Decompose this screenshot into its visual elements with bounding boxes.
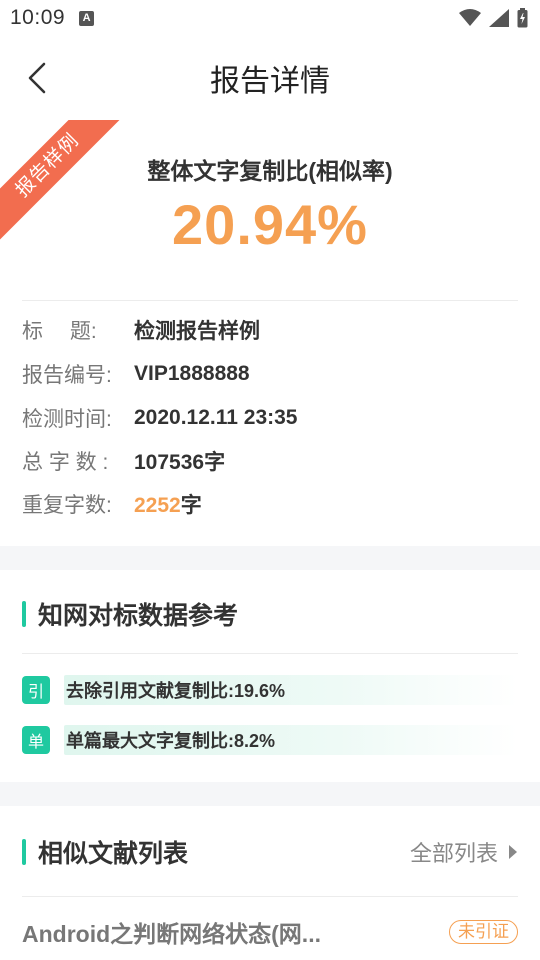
info-label: 报告编号: — [22, 364, 112, 387]
all-list-link[interactable]: 全部列表 — [410, 836, 518, 868]
chevron-left-icon — [28, 62, 46, 94]
app-header: 报告详情 — [0, 36, 540, 120]
status-bar: 10:09 A — [0, 0, 540, 36]
info-row-duplicate-chars: 重复字数: 2252字 — [22, 486, 522, 522]
similar-section-title: 相似文献列表 — [22, 834, 188, 870]
cnki-row-single-max: 单 单篇最大文字复制比:8.2% — [22, 725, 518, 755]
overall-ratio-value: 20.94% — [172, 193, 368, 256]
section-gap — [0, 782, 540, 806]
info-value: 2020.12.11 23:35 — [134, 406, 298, 429]
info-label: 检测时间: — [22, 408, 112, 431]
similar-section-title-text: 相似文献列表 — [38, 840, 189, 868]
info-row-total-chars: 总 字 数 : 107536字 — [22, 443, 522, 479]
info-value: 检测报告样例 — [134, 320, 260, 343]
cnki-row-text: 去除引用文献复制比:19.6% — [64, 675, 518, 705]
all-list-label: 全部列表 — [409, 841, 498, 866]
cnki-row-text: 单篇最大文字复制比:8.2% — [64, 725, 518, 755]
info-row-check-time: 检测时间: 2020.12.11 23:35 — [22, 400, 522, 436]
cnki-row-excluding-references: 引 去除引用文献复制比:19.6% — [22, 675, 518, 705]
info-value: 107536字 — [134, 451, 226, 474]
back-button[interactable] — [22, 60, 58, 96]
duplicate-unit: 字 — [180, 494, 202, 517]
battery-icon — [517, 8, 528, 28]
notification-icon: A — [79, 10, 95, 26]
info-row-title: 标 题: 检测报告样例 — [22, 312, 522, 348]
cnki-section-title-text: 知网对标数据参考 — [38, 602, 239, 630]
duplicate-count: 2252 — [134, 494, 181, 517]
wifi-icon — [459, 9, 481, 26]
divider — [22, 896, 518, 897]
info-row-report-number: 报告编号: VIP1888888 — [22, 356, 522, 392]
not-cited-badge: 未引证 — [449, 920, 518, 944]
signal-icon — [489, 9, 509, 27]
caret-right-icon — [509, 845, 517, 859]
cite-badge: 引 — [22, 676, 50, 704]
page-title: 报告详情 — [210, 65, 330, 98]
accent-bar — [22, 601, 26, 627]
single-badge: 单 — [22, 726, 50, 754]
info-label: 总 字 数 : — [22, 451, 109, 474]
section-gap — [0, 546, 540, 570]
status-time: 10:09 — [10, 6, 66, 29]
similar-doc-item[interactable]: Android之判断网络状态(网... 未引证 — [22, 914, 518, 950]
divider — [22, 300, 518, 301]
info-label: 重复字数: — [22, 494, 112, 517]
info-value: VIP1888888 — [134, 362, 250, 385]
overall-ratio-label: 整体文字复制比(相似率) — [147, 158, 393, 184]
cnki-section-title: 知网对标数据参考 — [22, 596, 238, 632]
info-label: 标 题: — [22, 320, 97, 343]
divider — [22, 653, 518, 654]
accent-bar — [22, 839, 26, 865]
similar-doc-title: Android之判断网络状态(网... — [22, 921, 321, 947]
info-value: 2252字 — [134, 489, 202, 519]
